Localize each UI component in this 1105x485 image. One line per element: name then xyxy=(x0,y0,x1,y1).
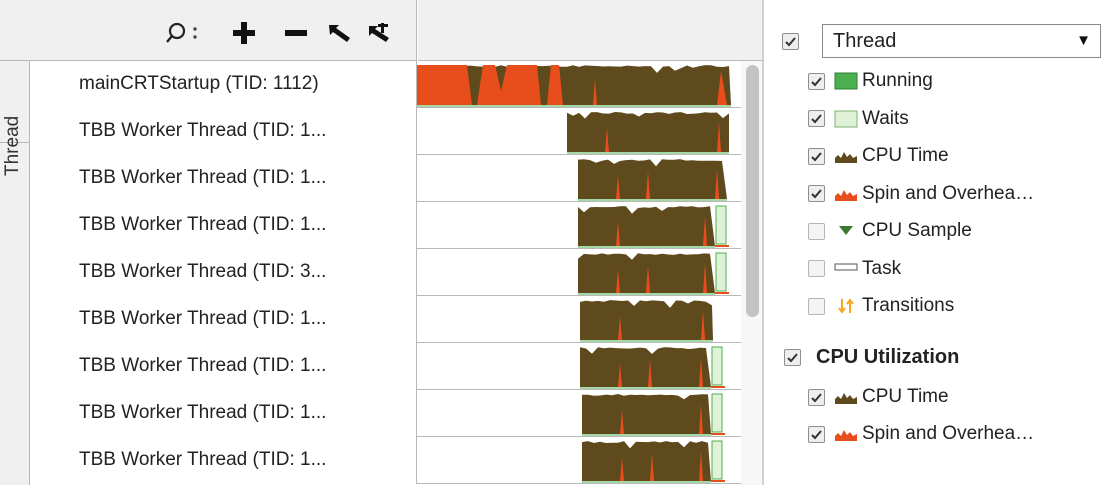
legend-item-checkbox[interactable] xyxy=(808,222,825,240)
cpu-utilization-row[interactable]: CPU Utilization xyxy=(784,342,959,372)
thread-activity-track[interactable] xyxy=(417,249,741,296)
legend-item[interactable]: Running xyxy=(808,66,933,96)
legend-item-checkbox[interactable] xyxy=(808,110,825,127)
legend-item-label: CPU Time xyxy=(862,386,949,407)
legend-item-label: Spin and Overhea… xyxy=(862,182,1035,204)
thread-row-label[interactable]: TBB Worker Thread (TID: 1... xyxy=(30,202,417,249)
cpu-time-icon xyxy=(834,146,858,166)
thread-row[interactable]: TBB Worker Thread (TID: 1... xyxy=(30,108,762,155)
legend-item-checkbox[interactable] xyxy=(808,297,825,315)
group-axis: Thread xyxy=(0,61,30,485)
scrollbar-thumb[interactable] xyxy=(746,65,759,317)
legend-item[interactable]: CPU Time xyxy=(808,141,949,171)
running-swatch-icon xyxy=(834,71,858,91)
undo-zoom-icon[interactable] xyxy=(326,20,352,46)
legend-item-label: CPU Time xyxy=(862,145,949,166)
zoom-out-icon[interactable] xyxy=(283,20,309,46)
thread-group-checkbox[interactable] xyxy=(782,32,799,50)
thread-row-label[interactable]: TBB Worker Thread (TID: 1... xyxy=(30,437,417,484)
legend-item-label: Task xyxy=(862,257,902,279)
legend-item-label: Spin and Overhea… xyxy=(862,423,1035,444)
thread-row-label[interactable]: TBB Worker Thread (TID: 3... xyxy=(30,249,417,296)
thread-row[interactable]: TBB Worker Thread (TID: 1... xyxy=(30,390,762,437)
group-axis-label: Thread xyxy=(2,115,23,176)
thread-activity-track[interactable] xyxy=(417,343,741,390)
thread-row-label[interactable]: TBB Worker Thread (TID: 1... xyxy=(30,390,417,437)
timeline-pane: Thread mainCRTStartup (TID: 1112) TBB Wor… xyxy=(0,0,762,485)
thread-activity-track[interactable] xyxy=(417,155,741,202)
thread-group-row xyxy=(782,26,799,56)
more-options-icon[interactable] xyxy=(190,20,200,46)
legend-item-checkbox[interactable] xyxy=(808,260,825,277)
spin-overhead-icon xyxy=(834,184,858,204)
thread-activity-track[interactable] xyxy=(417,390,741,437)
thread-activity-track[interactable] xyxy=(417,61,741,108)
cpu-sample-icon xyxy=(834,221,858,241)
thread-activity-track[interactable] xyxy=(417,108,741,155)
legend-item[interactable]: CPU Sample xyxy=(808,216,972,246)
timeline-ruler xyxy=(418,0,762,61)
thread-activity-track[interactable] xyxy=(417,202,741,249)
thread-row-label[interactable]: TBB Worker Thread (TID: 1... xyxy=(30,296,417,343)
legend-item-label: Transitions xyxy=(862,295,955,316)
legend-item-label: Running xyxy=(862,70,933,91)
thread-activity-track[interactable] xyxy=(417,437,741,484)
thread-row[interactable]: TBB Worker Thread (TID: 1... xyxy=(30,437,762,484)
transitions-icon xyxy=(834,296,858,316)
vertical-scrollbar[interactable] xyxy=(741,61,762,485)
cpu-utilization-label: CPU Utilization xyxy=(816,345,960,368)
legend-item-checkbox[interactable] xyxy=(808,147,825,165)
legend-item-checkbox[interactable] xyxy=(808,185,825,202)
reset-zoom-icon[interactable] xyxy=(366,20,392,46)
legend-item-checkbox[interactable] xyxy=(808,388,825,406)
thread-row[interactable]: TBB Worker Thread (TID: 1... xyxy=(30,296,762,343)
legend-item[interactable]: Task xyxy=(808,254,901,284)
waits-swatch-icon xyxy=(834,109,858,129)
legend-item-checkbox[interactable] xyxy=(808,72,825,90)
thread-row[interactable]: TBB Worker Thread (TID: 1... xyxy=(30,155,762,202)
legend-item-checkbox[interactable] xyxy=(808,425,825,443)
legend-item-label: CPU Sample xyxy=(862,220,972,241)
thread-row[interactable]: TBB Worker Thread (TID: 1... xyxy=(30,202,762,249)
thread-row-label[interactable]: TBB Worker Thread (TID: 1... xyxy=(30,343,417,390)
legend-item[interactable]: Spin and Overhea… xyxy=(808,419,1034,449)
legend-item[interactable]: Waits xyxy=(808,104,909,134)
zoom-in-icon[interactable] xyxy=(231,20,257,46)
thread-row-label[interactable]: TBB Worker Thread (TID: 1... xyxy=(30,108,417,155)
thread-row-label[interactable]: mainCRTStartup (TID: 1112) xyxy=(30,61,417,108)
chevron-down-icon: ▼ xyxy=(1076,32,1091,49)
thread-rows: mainCRTStartup (TID: 1112) TBB Worker Thr… xyxy=(30,61,762,484)
pane-splitter[interactable] xyxy=(762,0,764,485)
legend-pane: Thread ▼ Running Waits CPU Time Spin and Ov… xyxy=(776,0,1105,485)
cpu-utilization-checkbox[interactable] xyxy=(784,348,801,366)
thread-row[interactable]: TBB Worker Thread (TID: 1... xyxy=(30,343,762,390)
grouping-dropdown-value: Thread xyxy=(833,30,897,52)
timeline-toolbar xyxy=(0,0,417,61)
spin-overhead-icon xyxy=(834,424,858,444)
legend-item-label: Waits xyxy=(862,107,909,129)
legend-item[interactable]: Spin and Overhea… xyxy=(808,179,1034,209)
legend-item[interactable]: CPU Time xyxy=(808,382,949,412)
thread-row-label[interactable]: TBB Worker Thread (TID: 1... xyxy=(30,155,417,202)
thread-activity-track[interactable] xyxy=(417,296,741,343)
cpu-time-icon xyxy=(834,387,858,407)
thread-row[interactable]: TBB Worker Thread (TID: 3... xyxy=(30,249,762,296)
thread-row[interactable]: mainCRTStartup (TID: 1112) xyxy=(30,61,762,108)
search-icon[interactable] xyxy=(163,20,189,46)
legend-item[interactable]: Transitions xyxy=(808,291,954,321)
task-icon xyxy=(834,259,858,279)
grouping-dropdown[interactable]: Thread ▼ xyxy=(822,24,1101,58)
